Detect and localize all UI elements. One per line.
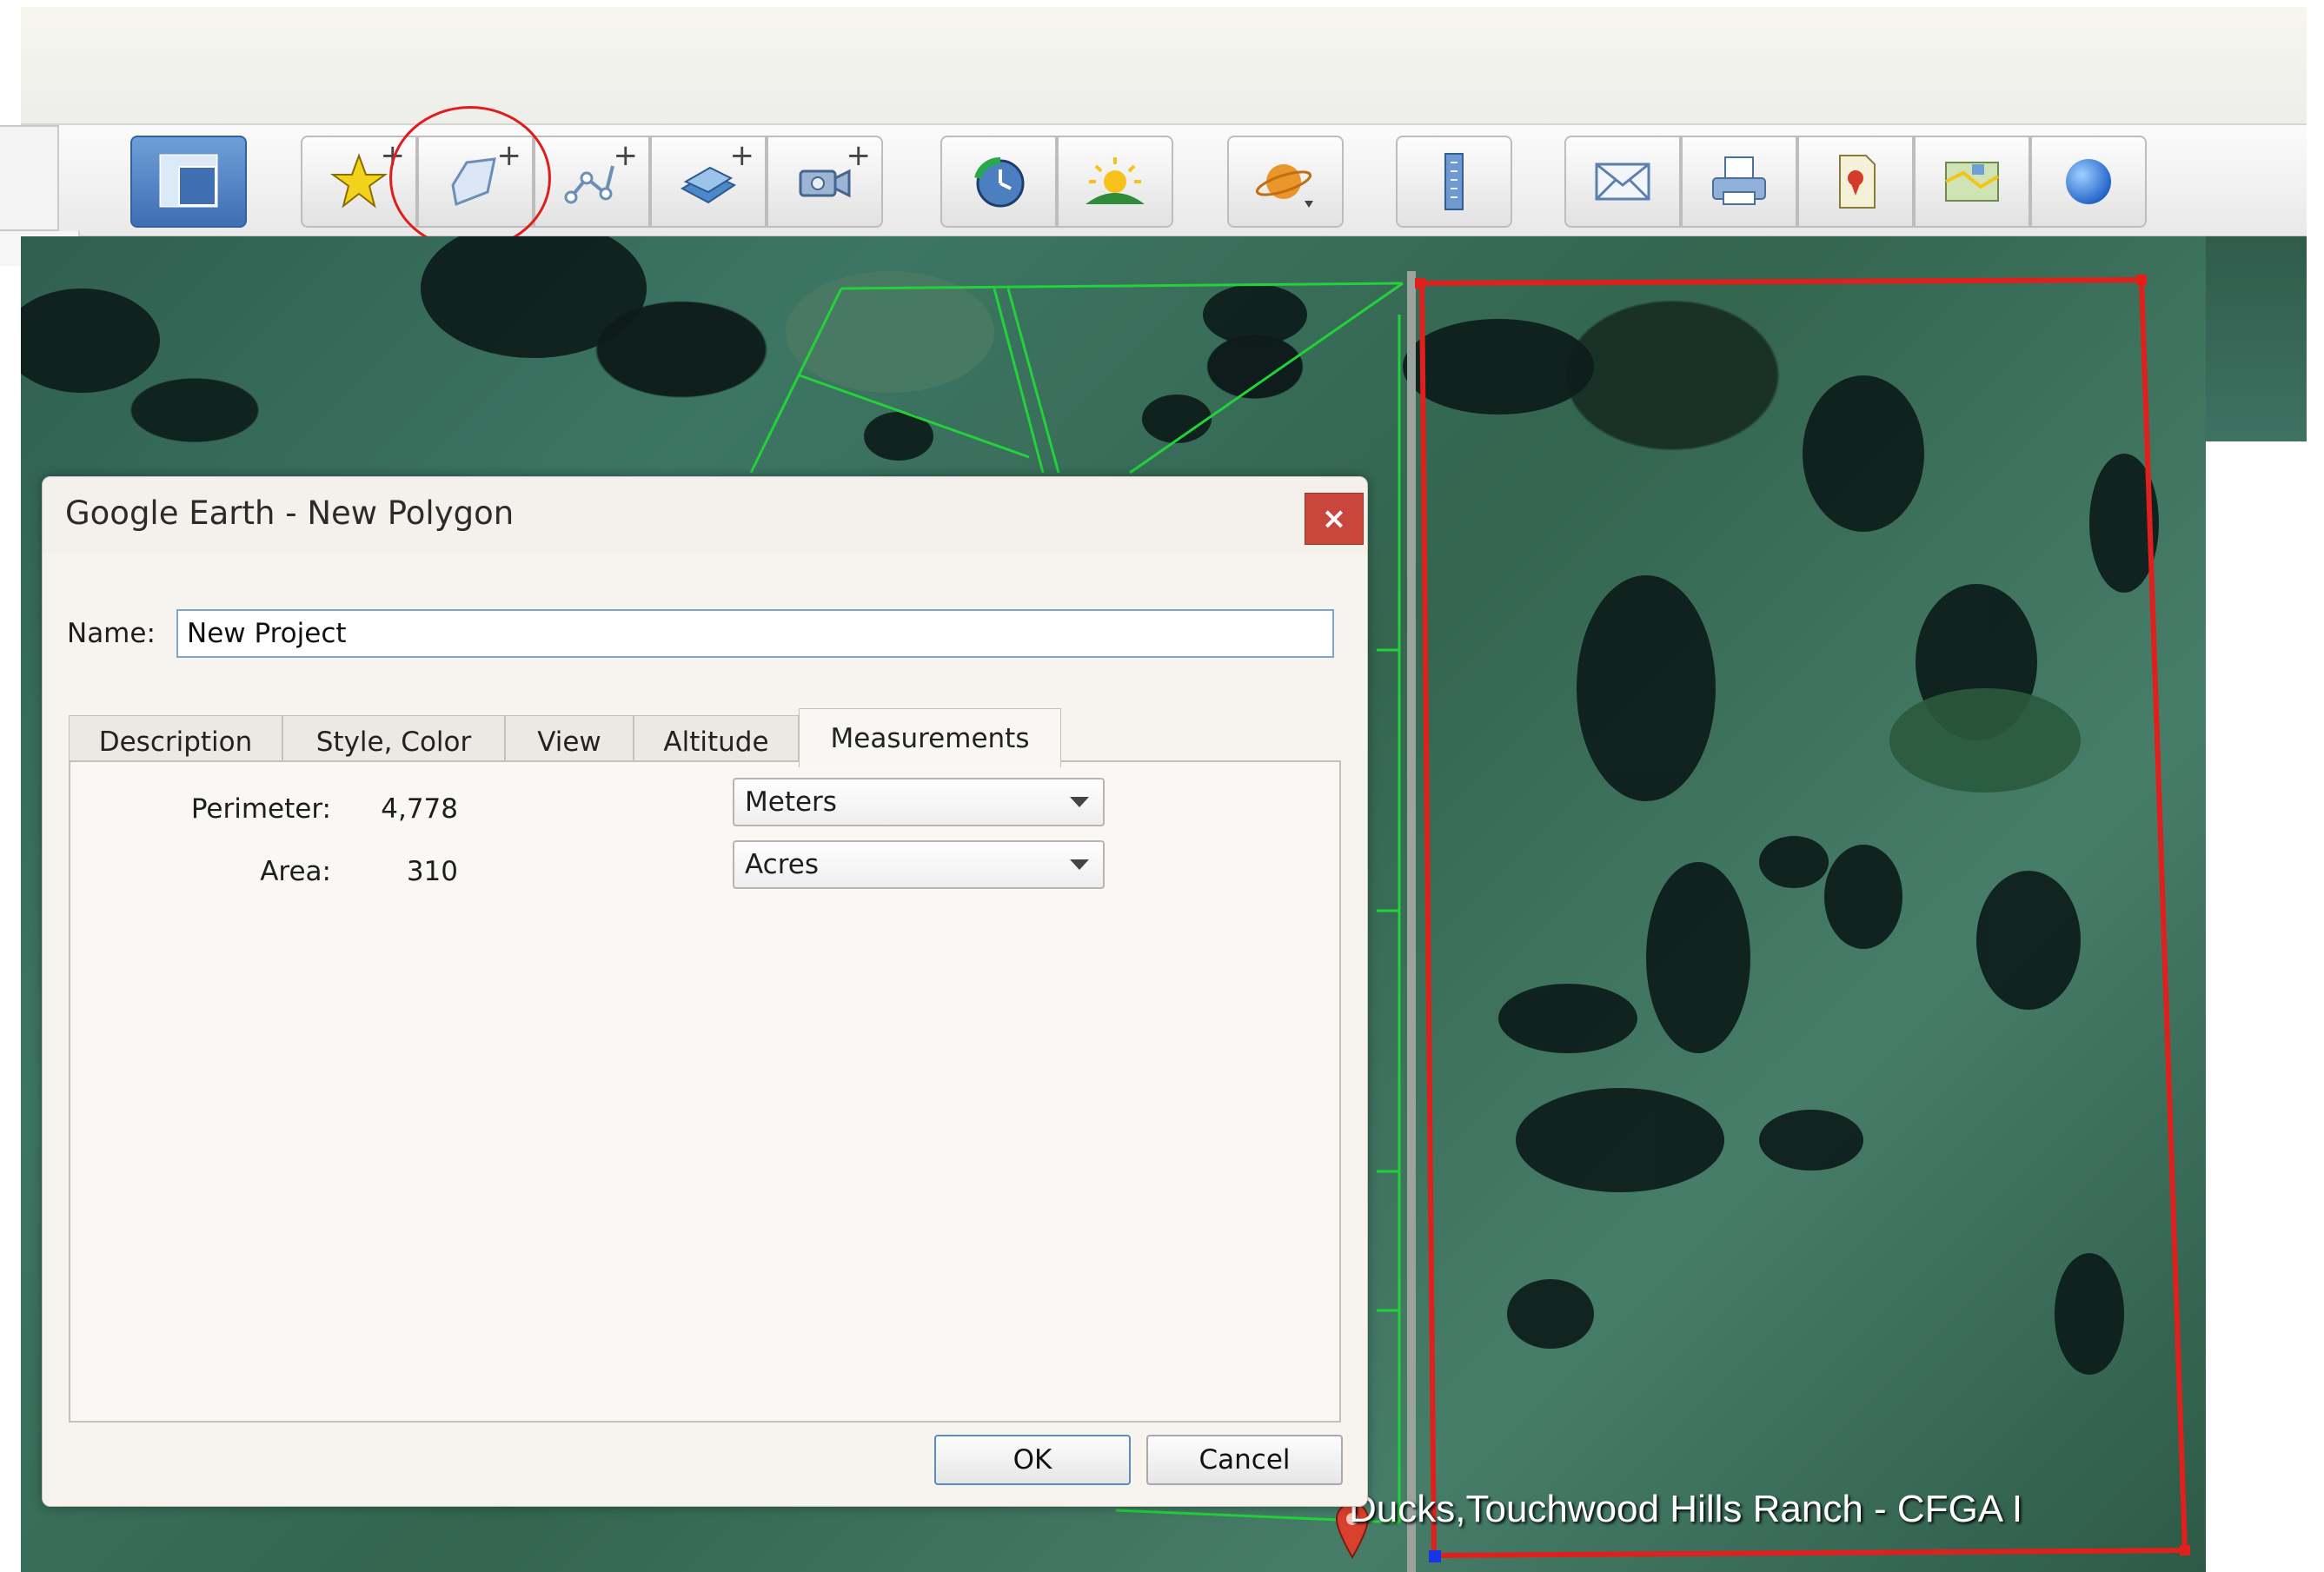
ruler-icon [1444,153,1464,210]
add-polygon-button[interactable]: + [417,136,534,228]
add-path-button[interactable]: + [534,136,650,228]
tab-style-color[interactable]: Style, Color [282,715,505,767]
dialog-tabs: Description Style, Color View Altitude M… [69,708,1112,767]
tab-label: View [537,726,601,758]
perimeter-value: 4,778 [381,793,458,825]
sunlight-button[interactable] [1057,136,1173,228]
add-image-overlay-button[interactable]: + [650,136,767,228]
sidebar-layout-icon [159,154,218,208]
chevron-down-icon [1070,797,1089,807]
chevron-down-icon [1070,859,1089,870]
ok-label: OK [1013,1444,1052,1476]
printer-icon [1712,156,1766,205]
new-polygon-dialog: Google Earth - New Polygon × Name: Descr… [42,476,1368,1507]
ruler-button[interactable] [1396,136,1512,228]
tab-view[interactable]: View [505,715,634,767]
dialog-titlebar[interactable]: Google Earth - New Polygon × [43,477,1367,554]
perimeter-unit-value: Meters [745,786,837,818]
email-button[interactable] [1564,136,1681,228]
sign-in-button[interactable] [2030,136,2147,228]
tab-measurements[interactable]: Measurements [799,708,1061,767]
tab-label: Description [98,726,253,758]
perimeter-label: Perimeter: [190,793,331,825]
plus-glyph: + [613,138,639,173]
name-label: Name: [67,618,156,649]
tab-altitude[interactable]: Altitude [634,715,799,767]
save-image-icon [1839,155,1876,209]
print-button[interactable] [1681,136,1797,228]
add-placemark-button[interactable]: + [301,136,417,228]
cancel-label: Cancel [1199,1444,1291,1476]
map-edge-right [2206,236,2307,441]
globe-icon [2066,159,2111,204]
map-icon [1945,162,2000,202]
dialog-title: Google Earth - New Polygon [65,494,515,532]
planet-icon [1255,164,1313,208]
ok-button[interactable]: OK [934,1435,1131,1485]
view-in-maps-button[interactable] [1914,136,2030,228]
sidebar-toggle-button[interactable] [130,136,247,228]
save-image-button[interactable] [1797,136,1914,228]
area-value: 310 [406,856,458,887]
name-input[interactable] [176,609,1334,658]
measurements-panel: Perimeter: 4,778 Meters Area: 310 Acres [69,760,1341,1423]
switch-planet-button[interactable] [1227,136,1344,228]
area-unit-value: Acres [745,849,819,880]
sun-icon [1086,157,1145,204]
plus-glyph: + [380,138,406,173]
close-icon: × [1321,501,1347,536]
perimeter-unit-select[interactable]: Meters [733,778,1105,826]
tab-description[interactable]: Description [69,715,282,767]
cancel-button[interactable]: Cancel [1146,1435,1343,1485]
tab-label: Altitude [663,726,769,758]
area-unit-select[interactable]: Acres [733,840,1105,889]
tab-label: Style, Color [315,726,472,758]
area-label: Area: [260,856,331,887]
record-tour-button[interactable]: + [767,136,883,228]
historical-imagery-button[interactable] [940,136,1057,228]
tab-label: Measurements [830,722,1030,754]
app-title-strip [21,7,2307,125]
plus-glyph: + [729,138,755,173]
plus-glyph: + [846,138,872,173]
clock-icon [974,157,1025,208]
plus-glyph: + [496,138,522,173]
envelope-icon [1595,163,1650,201]
close-button[interactable]: × [1305,493,1364,545]
sidebar-edge [0,125,59,231]
map-place-label[interactable]: Ducks,Touchwood Hills Ranch - CFGA I [1349,1488,2185,1531]
